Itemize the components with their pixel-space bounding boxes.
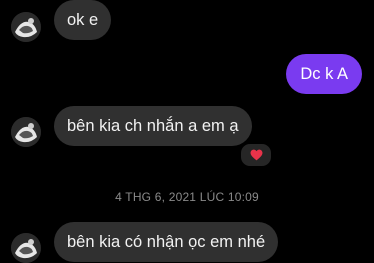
avatar-icon	[11, 233, 41, 263]
message-bubble-incoming[interactable]: bên kia có nhận ọc em nhé	[54, 222, 279, 262]
message-bubble-incoming[interactable]: ok e	[54, 0, 112, 40]
avatar[interactable]	[11, 233, 41, 263]
avatar[interactable]	[11, 12, 41, 42]
message-timestamp: 4 THG 6, 2021 LÚC 10:09	[115, 190, 259, 204]
avatar-icon	[11, 117, 41, 147]
reaction-badge[interactable]	[239, 142, 273, 168]
avatar[interactable]	[11, 117, 41, 147]
message-bubble-incoming[interactable]: bên kia ch nhắn a em ạ	[54, 106, 252, 146]
message-text: ok e	[67, 11, 99, 29]
message-text: bên kia có nhận ọc em nhé	[67, 233, 266, 251]
message-text: bên kia ch nhắn a em ạ	[67, 117, 239, 135]
message-text: Dc k A	[300, 65, 348, 83]
avatar-icon	[11, 12, 41, 42]
heart-icon	[250, 149, 262, 161]
message-bubble-outgoing[interactable]: Dc k A	[286, 54, 362, 94]
